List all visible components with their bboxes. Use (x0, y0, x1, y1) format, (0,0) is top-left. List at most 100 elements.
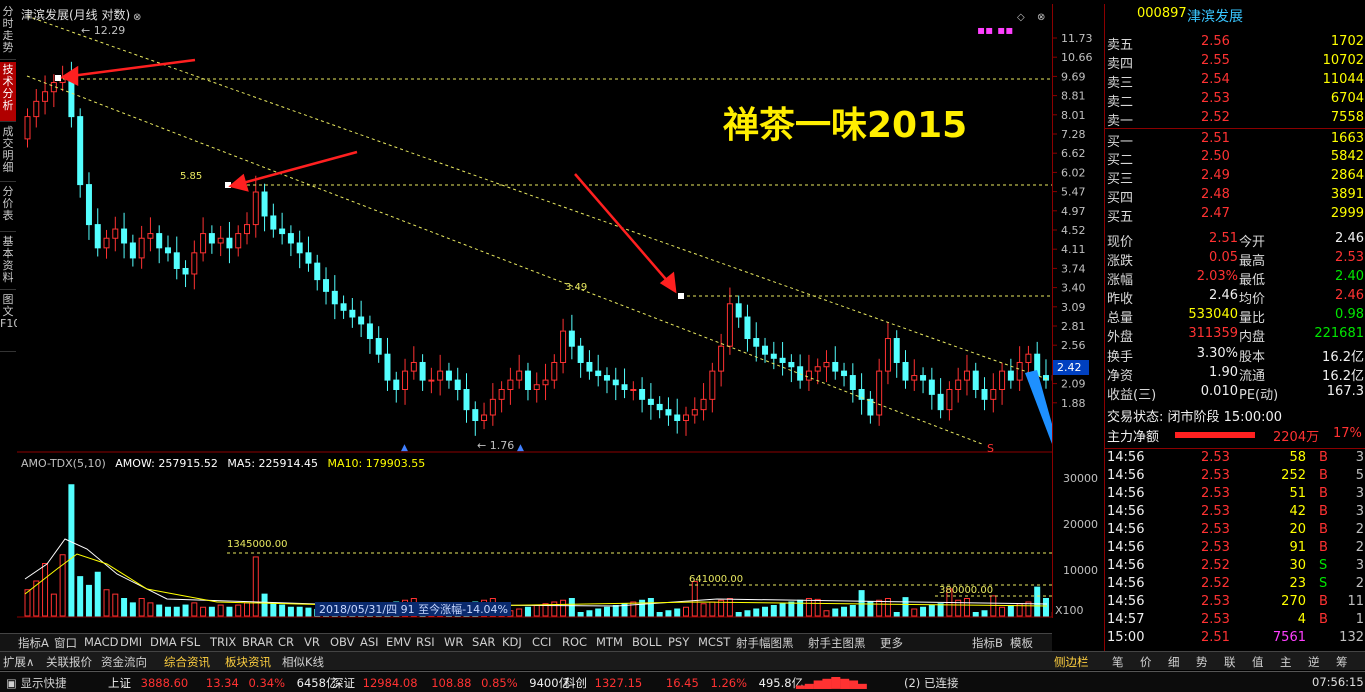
side-tab-5[interactable]: 值 (1252, 654, 1264, 670)
status-bar: ▣ 显示快捷 上证 3888.60 13.34 0.34% 6458亿 深证 1… (0, 671, 1365, 692)
indicator-tab-25[interactable]: 更多 (880, 635, 903, 651)
indicator-tab-15[interactable]: SAR (472, 635, 495, 649)
tick-price: 2.51 (1201, 630, 1230, 645)
indicator-tab-11[interactable]: ASI (360, 635, 379, 649)
indicator-tab-1[interactable]: 窗口 (54, 635, 77, 651)
indicator-tab-19[interactable]: MTM (596, 635, 623, 649)
kc-index[interactable]: 科创 1327.15 16.45 1.26% 495.8亿 (564, 675, 803, 691)
quick-display-button[interactable]: ▣ 显示快捷 (6, 675, 67, 691)
indicator-tab-3[interactable]: DMI (120, 635, 142, 649)
tick-time: 14:56 (1107, 594, 1145, 609)
side-tab-2[interactable]: 细 (1168, 654, 1180, 670)
bids-row-2[interactable]: 买三 2.49 2864 (1105, 168, 1365, 187)
left-tab-4[interactable]: 基本资料 (0, 234, 16, 290)
asks-vol: 1702 (1330, 34, 1364, 49)
close-icon: ⊗ (1037, 12, 1045, 23)
left-tab-3[interactable]: 分价表 (0, 184, 16, 232)
asks-row-1[interactable]: 卖四 2.55 10702 (1105, 53, 1365, 72)
candle-body (683, 414, 689, 421)
volume-bar (665, 610, 672, 617)
bottom-tab-4[interactable]: 板块资讯 (225, 654, 271, 670)
indicator-tab-4[interactable]: DMA (150, 635, 177, 649)
side-tab-7[interactable]: 逆 (1308, 654, 1320, 670)
side-tab-1[interactable]: 价 (1140, 654, 1152, 670)
candle-body (709, 370, 716, 400)
left-tab-1[interactable]: 技术分析 (0, 62, 16, 122)
candle-body (762, 345, 769, 355)
stat-label: 内盘 (1239, 329, 1266, 345)
side-tab-3[interactable]: 势 (1196, 654, 1208, 670)
side-bar-toggle[interactable]: 侧边栏 (1054, 654, 1089, 670)
indicator-tab-5[interactable]: FSL (180, 635, 200, 649)
stat-value: 2.46 (1335, 231, 1364, 246)
side-tab-0[interactable]: 笔 (1112, 654, 1124, 670)
tick-price: 2.53 (1201, 594, 1230, 609)
bids-row-3[interactable]: 买四 2.48 3891 (1105, 187, 1365, 206)
sh-index[interactable]: 上证 3888.60 13.34 0.34% 6458亿 (108, 675, 337, 691)
indicator-tab-13[interactable]: RSI (416, 635, 435, 649)
candle-body (937, 393, 944, 411)
info-bar-text: 2018/05/31/四 91 至今涨幅-14.04% (319, 602, 508, 616)
stats2-row-0: 换手 3.30% 股本 16.2亿 (1105, 346, 1365, 365)
indicator-tab-9[interactable]: VR (304, 635, 320, 649)
indicator-tab-18[interactable]: ROC (562, 635, 587, 649)
asks-row-4[interactable]: 卖一 2.52 7558 (1105, 110, 1365, 129)
bottom-tab-2[interactable]: 资金流向 (101, 654, 147, 670)
indicator-tab-0[interactable]: 指标A (18, 635, 49, 651)
chart-title: 津滨发展(月线 对数) (21, 8, 131, 22)
indicator-tab-21[interactable]: PSY (668, 635, 689, 649)
asks-row-3[interactable]: 卖二 2.53 6704 (1105, 91, 1365, 110)
volume-bar (524, 606, 531, 617)
left-tab-0[interactable]: 分时走势 (0, 4, 16, 60)
sz-index[interactable]: 深证 12984.08 108.88 0.85% 9400亿 (332, 675, 570, 691)
left-tab-2[interactable]: 成交明细 (0, 124, 16, 182)
indicator-tab-16[interactable]: KDJ (502, 635, 522, 649)
volume-bar (762, 606, 769, 617)
indicator-tab-6[interactable]: TRIX (210, 635, 236, 649)
bids-row-0[interactable]: 买一 2.51 1663 (1105, 131, 1365, 150)
indicator-tab-26[interactable]: 指标B (972, 635, 1003, 651)
candle-body (700, 398, 707, 411)
price-tick-label: 4.52 (1061, 224, 1086, 237)
candle-body (463, 389, 470, 411)
side-tab-4[interactable]: 联 (1224, 654, 1236, 670)
volume-bar (138, 598, 145, 617)
volume-bar (647, 598, 654, 617)
side-tab-6[interactable]: 主 (1280, 654, 1292, 670)
indicator-tab-8[interactable]: CR (278, 635, 294, 649)
indicator-tab-14[interactable]: WR (444, 635, 463, 649)
indicator-tab-20[interactable]: BOLL (632, 635, 662, 649)
price-tick-label: 7.28 (1061, 128, 1086, 141)
stat-value: 16.2亿 (1322, 350, 1364, 365)
volume-bar (832, 608, 839, 617)
indicator-tab-10[interactable]: OBV (330, 635, 354, 649)
stat-label: 股本 (1239, 350, 1266, 365)
bottom-tab-1[interactable]: 关联报价 (46, 654, 92, 670)
side-tab-8[interactable]: 筹 (1336, 654, 1348, 670)
bids-row-1[interactable]: 买二 2.50 5842 (1105, 149, 1365, 168)
vol-amow: AMOW: 257915.52 (115, 457, 218, 470)
kline-chart-area[interactable]: ← 12.29 ← 1.76 5.85 3.49 S ▪▪ ▪▪ ◇ ⊗ ⊗ ▲ ▲ 1345000.… (17, 4, 1052, 618)
tick-bs: S (1319, 558, 1328, 573)
bottom-tab-5[interactable]: 相似K线 (282, 654, 324, 670)
indicator-tab-17[interactable]: CCI (532, 635, 551, 649)
tick-price: 2.53 (1201, 468, 1230, 483)
bottom-tab-0[interactable]: 扩展∧ (3, 654, 34, 670)
indicator-tab-12[interactable]: EMV (386, 635, 411, 649)
asks-label: 卖四 (1107, 56, 1134, 72)
indicator-tab-7[interactable]: BRAR (242, 635, 273, 649)
bids-row-4[interactable]: 买五 2.47 2999 (1105, 206, 1365, 225)
stat-value: 0.98 (1335, 306, 1364, 322)
volume-indicator-header: AMO-TDX(5,10) AMOW: 257915.52 MA5: 22591… (21, 457, 425, 470)
quote-panel: 000897 津滨发展 卖五 2.56 1702 卖四 2.55 10702 卖三 2.54 1… (1104, 4, 1365, 652)
volume-bar (279, 604, 286, 617)
asks-row-0[interactable]: 卖五 2.56 1702 (1105, 34, 1365, 53)
indicator-tab-24[interactable]: 射手主图黑 (808, 635, 866, 651)
indicator-tab-22[interactable]: MCST (698, 635, 730, 649)
left-tab-5[interactable]: 图文F10 (0, 292, 20, 352)
asks-row-2[interactable]: 卖三 2.54 11044 (1105, 72, 1365, 91)
indicator-tab-23[interactable]: 射手幅图黑 (736, 635, 794, 651)
indicator-tab-27[interactable]: 模板 (1010, 635, 1033, 651)
bottom-tab-3[interactable]: 综合资讯 (164, 654, 210, 670)
indicator-tab-2[interactable]: MACD (84, 635, 118, 649)
